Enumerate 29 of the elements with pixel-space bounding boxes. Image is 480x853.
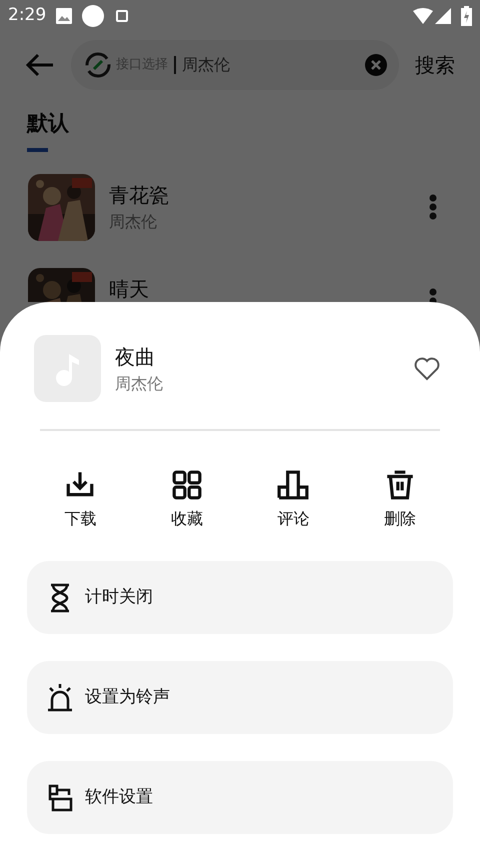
menu-item[interactable]: 设置为铃声 — [27, 661, 453, 734]
circle-icon — [82, 5, 104, 27]
link-icon — [84, 51, 112, 79]
action-button[interactable]: 收藏 — [134, 469, 240, 531]
square-icon — [116, 10, 128, 22]
wifi-icon — [413, 8, 433, 24]
menu-item[interactable]: 软件设置 — [27, 761, 453, 834]
action-button[interactable]: 评论 — [240, 469, 346, 531]
back-icon[interactable] — [25, 52, 55, 78]
signal-icon — [435, 8, 451, 24]
song-title[interactable]: 晴天 — [109, 274, 429, 304]
settings-icon — [47, 782, 73, 812]
status-time: 2:29 — [8, 4, 46, 28]
image-icon — [56, 8, 72, 24]
sheet-song-title: 夜曲 — [115, 344, 156, 370]
action-button[interactable]: 删除 — [346, 469, 453, 531]
heart-icon[interactable] — [414, 356, 440, 380]
podium-icon — [277, 469, 310, 501]
tab[interactable]: 默认 — [27, 108, 69, 140]
clear-icon[interactable] — [365, 54, 387, 76]
search-text: 周杰伦 — [182, 54, 230, 76]
action-button[interactable]: 下载 — [27, 469, 134, 531]
sheet-song-artist: 周杰伦 — [115, 372, 164, 394]
search-button[interactable]: 搜索 — [415, 50, 455, 80]
alarm-light-icon — [47, 682, 73, 712]
grid-icon — [170, 469, 203, 501]
song-title[interactable]: 青花瓷 — [109, 180, 429, 210]
battery-icon — [461, 6, 472, 26]
menu-item[interactable]: 计时关闭 — [27, 561, 453, 634]
